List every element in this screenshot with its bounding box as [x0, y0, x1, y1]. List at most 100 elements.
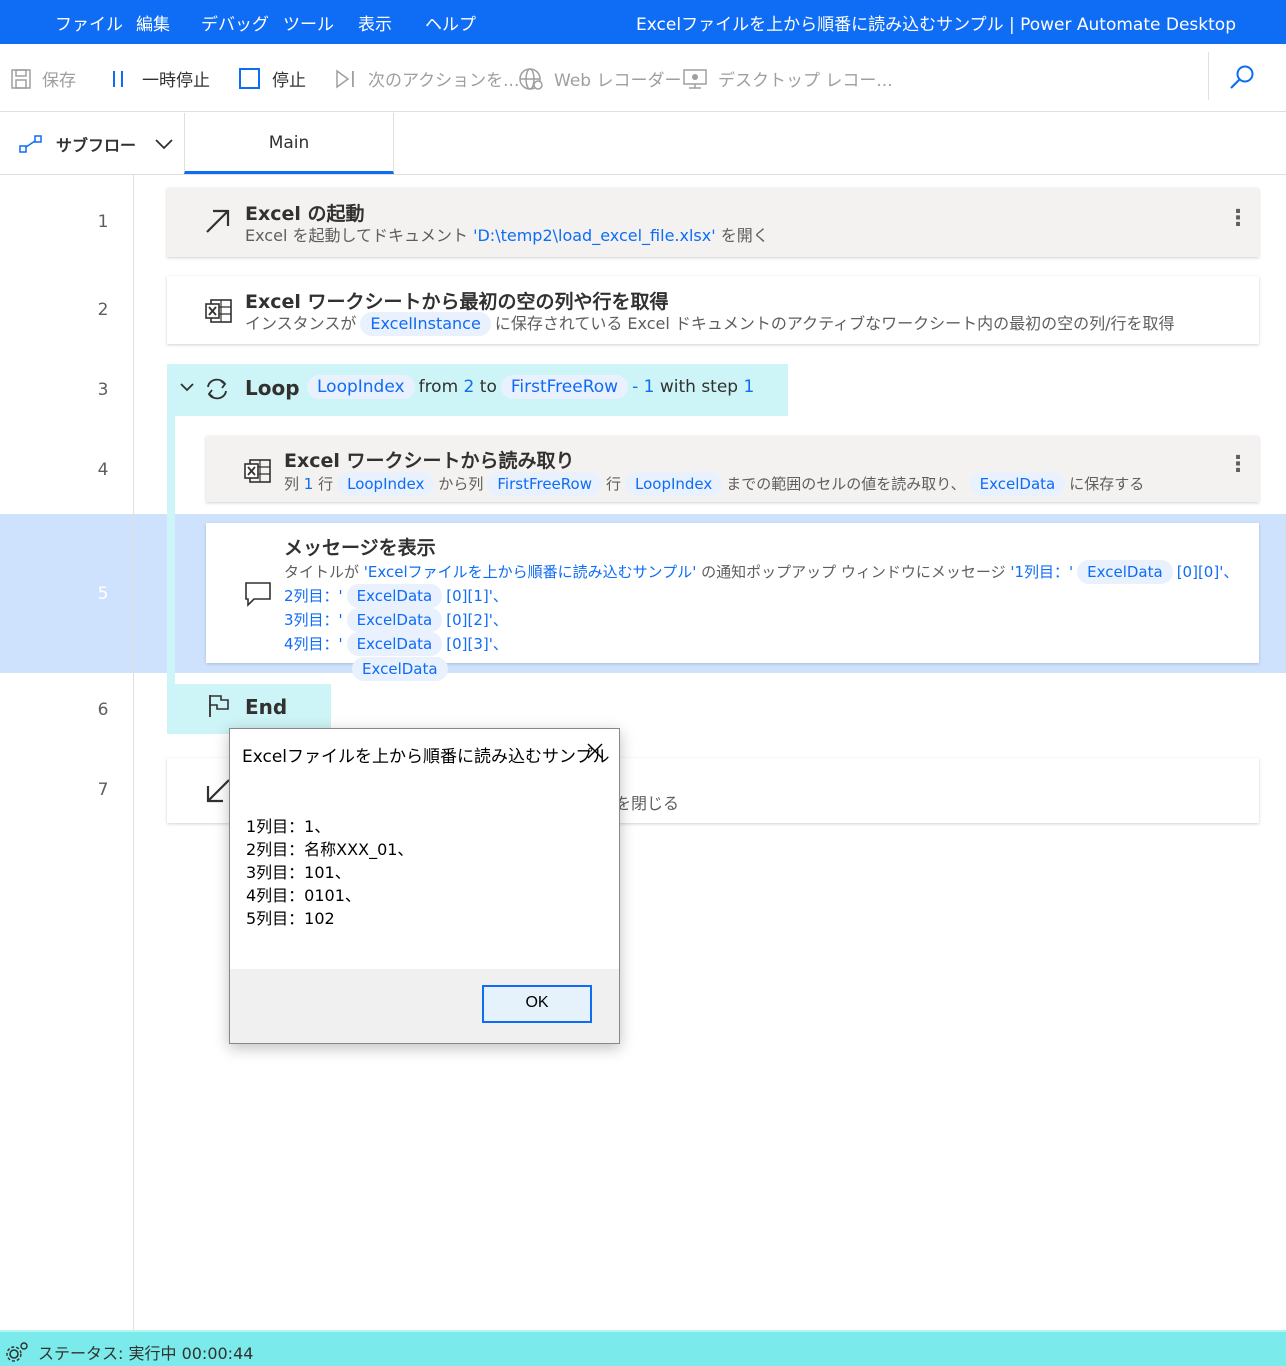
action-end[interactable]: End — [167, 684, 331, 734]
web-recorder-label: Web レコーダー — [554, 71, 682, 91]
pause-button[interactable]: 一時停止 — [110, 66, 210, 91]
excel-icon — [205, 299, 232, 323]
stop-label: 停止 — [272, 71, 306, 91]
action-get-first-free[interactable]: Excel ワークシートから最初の空の列や行を取得 インスタンスが ExcelIn… — [167, 276, 1259, 344]
loop-body-bar — [167, 416, 175, 686]
variable-pill[interactable]: LoopIndex — [625, 472, 723, 496]
variable-pill[interactable]: ExcelData — [346, 632, 443, 656]
desc-text: インスタンスが — [245, 314, 357, 333]
status-bar: ステータス: 実行中 00:00:44 — [0, 1330, 1286, 1366]
action-description-line: タイトルが 'Excelファイルを上から順番に読み込むサンプル' の通知ポップア… — [284, 560, 1238, 584]
gear-icon — [6, 1342, 28, 1362]
close-icon[interactable] — [585, 741, 605, 761]
line-number: 6 — [97, 700, 109, 720]
desc-text: に保存する — [1069, 475, 1145, 493]
desc-literal: 1 — [643, 377, 655, 397]
excel-icon — [244, 459, 271, 483]
status-text: ステータス: 実行中 00:00:44 — [38, 1344, 254, 1363]
action-display-message[interactable]: メッセージを表示 タイトルが 'Excelファイルを上から順番に読み込むサンプル… — [206, 523, 1259, 663]
next-action-button[interactable]: 次のアクションを... — [334, 66, 519, 91]
desc-literal: 1 — [303, 475, 314, 493]
stop-icon — [239, 67, 260, 89]
variable-pill[interactable]: ExcelData — [352, 657, 448, 681]
tab-main[interactable]: Main — [184, 113, 394, 174]
stop-button[interactable]: 停止 — [238, 66, 306, 91]
desc-literal: [0][3]'、 — [446, 635, 508, 653]
window-title: Excelファイルを上から順番に読み込むサンプル | Power Automat… — [636, 15, 1236, 35]
more-options-icon[interactable]: ⋮ — [1227, 206, 1249, 231]
chevron-down-icon[interactable] — [179, 381, 195, 393]
variable-pill[interactable]: ExcelData — [1077, 560, 1173, 584]
toolbar: 保存 一時停止 停止 次のアクションを... Web レコーダー デスクトップ … — [0, 44, 1286, 112]
desc-text: 行 — [313, 475, 334, 493]
action-excel-launch[interactable]: Excel の起動 Excel を起動してドキュメント 'D:\temp2\lo… — [167, 188, 1259, 257]
desc-literal: 3列目：' — [284, 611, 343, 629]
dialog-message: 1列目：1、 2列目：名称XXX_01、 3列目：101、 4列目：0101、 … — [246, 815, 413, 930]
action-description-line: 4列目：' ExcelData [0][3]'、 — [284, 632, 508, 656]
desc-text: Excel を起動してドキュメント — [245, 226, 474, 245]
variable-pill[interactable]: FirstFreeRow — [500, 375, 629, 399]
action-description: 列 1 行 LoopIndex から列 FirstFreeRow 行 LoopIndex ま… — [284, 472, 1144, 496]
action-read-worksheet[interactable]: Excel ワークシートから読み取り 列 1 行 LoopIndex から列 Firs… — [206, 436, 1259, 502]
menu-bar: ファイル 編集 デバッグ ツール 表示 ヘルプ Excelファイルを上から順番に… — [0, 0, 1286, 44]
chevron-down-icon — [155, 139, 173, 150]
menu-view[interactable]: 表示 — [358, 10, 392, 35]
dialog-message-line: 4列目：0101、 — [246, 886, 361, 905]
action-description-line: 2列目：' ExcelData [0][1]'、 — [284, 584, 508, 608]
desktop-recorder-button[interactable]: デスクトップ レコー... — [682, 66, 893, 91]
action-loop[interactable]: Loop LoopIndex from 2 to FirstFreeRow - 1 w… — [167, 364, 788, 416]
next-action-label: 次のアクションを... — [368, 71, 520, 91]
desc-text: from — [418, 377, 464, 397]
desktop-recorder-label: デスクトップ レコー... — [718, 71, 893, 91]
variable-pill[interactable]: ExcelData — [346, 608, 443, 632]
flag-icon — [209, 695, 229, 717]
line-number: 4 — [97, 460, 109, 480]
desc-literal: 1 — [743, 377, 755, 397]
save-icon — [11, 68, 31, 89]
line-number: 3 — [97, 380, 109, 400]
line-number: 1 — [97, 212, 109, 232]
pause-label: 一時停止 — [142, 71, 210, 91]
action-description-overflow: ExcelData — [348, 657, 452, 681]
variable-pill[interactable]: ExcelInstance — [360, 312, 491, 336]
web-recorder-button[interactable]: Web レコーダー — [518, 66, 681, 91]
variable-pill[interactable]: FirstFreeRow — [487, 472, 602, 496]
dialog-message-line: 3列目：101、 — [246, 863, 351, 882]
subflow-dropdown[interactable]: サブフロー — [18, 132, 186, 156]
step-next-icon — [336, 69, 354, 88]
subflow-label: サブフロー — [56, 136, 137, 155]
globe-icon — [519, 67, 543, 90]
desc-literal: - — [632, 377, 644, 397]
menu-tools[interactable]: ツール — [283, 10, 334, 35]
dialog-message-line: 2列目：名称XXX_01、 — [246, 840, 414, 859]
variable-pill[interactable]: LoopIndex — [337, 472, 435, 496]
menu-help[interactable]: ヘルプ — [425, 10, 476, 35]
message-icon — [245, 582, 271, 607]
save-button[interactable]: 保存 — [10, 66, 76, 91]
search-icon — [1230, 65, 1254, 89]
menu-file[interactable]: ファイル — [55, 10, 123, 35]
variable-pill[interactable]: ExcelData — [346, 584, 443, 608]
action-description: インスタンスが ExcelInstance に保存されている Excel ドキュメン… — [245, 312, 1175, 336]
tab-main-label: Main — [268, 133, 310, 153]
menu-debug[interactable]: デバッグ — [201, 10, 269, 35]
search-button[interactable] — [1228, 64, 1256, 97]
desc-text: タイトルが — [284, 563, 364, 581]
loop-title: Loop — [245, 376, 300, 400]
subflow-icon — [19, 135, 42, 153]
variable-pill[interactable]: LoopIndex — [307, 375, 415, 399]
desc-literal: 'D:\temp2\load_excel_file.xlsx' — [473, 226, 716, 245]
ok-button[interactable]: OK — [482, 985, 592, 1023]
desc-literal: [0][1]'、 — [446, 587, 508, 605]
more-options-icon[interactable]: ⋮ — [1227, 452, 1249, 477]
desc-text: 行 — [605, 475, 621, 493]
desc-text: with step — [654, 377, 744, 397]
variable-pill[interactable]: ExcelData — [969, 472, 1066, 496]
desc-text: を開く — [715, 226, 769, 245]
gutter-divider — [133, 175, 134, 1330]
dialog-title: Excelファイルを上から順番に読み込むサンプル — [242, 747, 610, 767]
line-number: 2 — [97, 300, 109, 320]
menu-edit[interactable]: 編集 — [136, 10, 170, 35]
desc-text: の通知ポップアップ ウィンドウにメッセージ — [696, 563, 1011, 581]
message-dialog: Excelファイルを上から順番に読み込むサンプル 1列目：1、 2列目：名称XX… — [229, 728, 620, 1044]
